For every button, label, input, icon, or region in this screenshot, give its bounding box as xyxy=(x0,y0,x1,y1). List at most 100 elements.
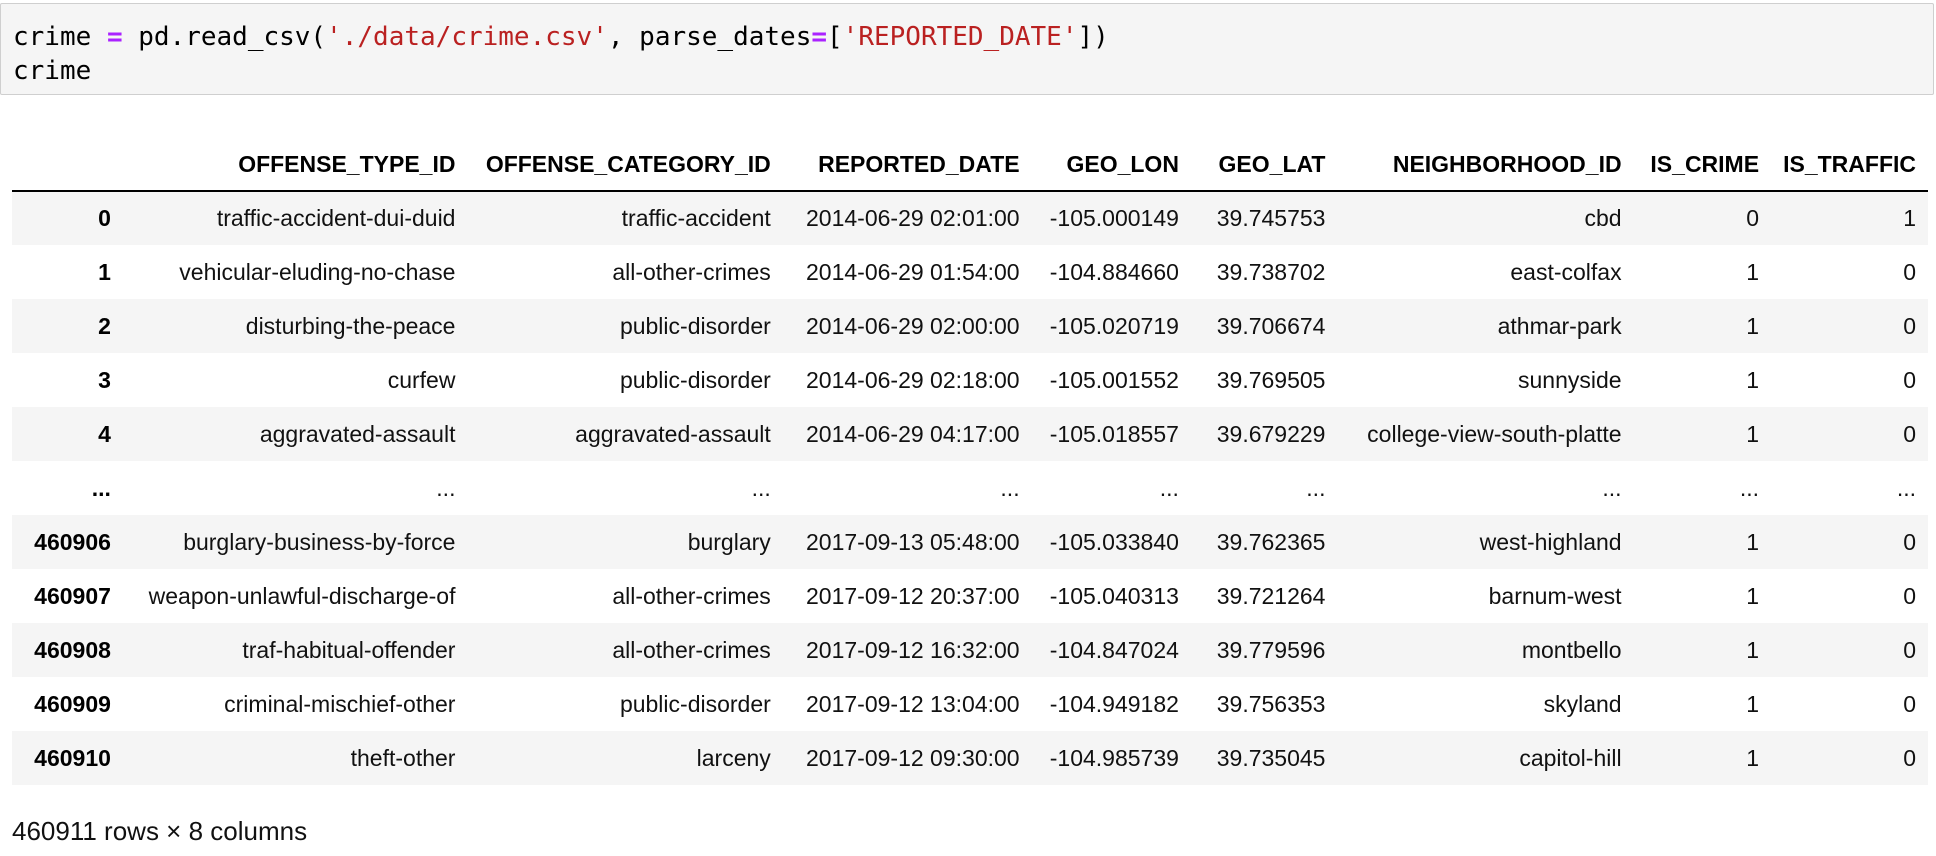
table-cell: ... xyxy=(1896,474,1916,501)
code-line-1: crime = pd.read_csv('./data/crime.csv', … xyxy=(13,20,1109,54)
row-index: 460906 xyxy=(34,528,111,555)
table-cell: aggravated-assault xyxy=(259,420,456,447)
table-cell: theft-other xyxy=(350,744,456,771)
table-cell: capitol-hill xyxy=(1519,744,1622,771)
table-cell: traf-habitual-offender xyxy=(242,636,456,663)
column-header: IS_TRAFFIC xyxy=(1771,138,1928,192)
table-cell: 2014-06-29 02:00:00 xyxy=(806,312,1020,339)
table-cell: larceny xyxy=(696,744,771,771)
table-cell: traffic-accident-dui-duid xyxy=(216,205,456,231)
table-cell: 39.738702 xyxy=(1216,258,1326,285)
row-index: 460910 xyxy=(34,744,111,771)
row-index: 0 xyxy=(98,205,111,231)
table-cell: -105.000149 xyxy=(1049,205,1179,231)
table-cell: sunnyside xyxy=(1518,366,1622,393)
table-row: 460908 traf-habitual-offender all-other-cr… xyxy=(12,623,1928,677)
table-cell: ... xyxy=(1739,474,1760,501)
table-cell: 39.679229 xyxy=(1216,420,1326,447)
table-cell: burglary xyxy=(687,528,771,555)
table-cell: 2017-09-12 20:37:00 xyxy=(806,582,1020,609)
code-kwarg-operator: = xyxy=(811,22,828,52)
table-cell: west-highland xyxy=(1479,528,1622,555)
index-header xyxy=(12,138,123,192)
code-assign-operator: = xyxy=(106,22,123,52)
table-cell: -105.001552 xyxy=(1049,366,1179,393)
table-row: 0 traffic-accident-dui-duid traffic-accide… xyxy=(12,191,1928,245)
table-cell: -104.884660 xyxy=(1049,258,1179,285)
table-cell: barnum-west xyxy=(1488,582,1622,609)
table-cell: 39.735045 xyxy=(1216,744,1326,771)
table-row: 3 curfew public-disorder 2014-06-29 02:18:0… xyxy=(12,353,1928,407)
table-cell: montbello xyxy=(1521,636,1622,663)
table-cell: cbd xyxy=(1584,205,1622,231)
code-cell[interactable]: crime = pd.read_csv('./data/crime.csv', … xyxy=(0,3,1934,95)
table-cell: ... xyxy=(1602,474,1622,501)
table-cell: athmar-park xyxy=(1497,312,1622,339)
table-cell: 2014-06-29 02:01:00 xyxy=(806,205,1020,231)
table-row: 2 disturbing-the-peace public-disorder 2014… xyxy=(12,299,1928,353)
table-cell: ... xyxy=(436,474,456,501)
table-row: 460907 weapon-unlawful-discharge-of all-ot… xyxy=(12,569,1928,623)
table-cell: 2017-09-12 09:30:00 xyxy=(806,744,1020,771)
table-cell: 0 xyxy=(1903,744,1916,771)
table-row: 460909 criminal-mischief-other public-diso… xyxy=(12,677,1928,731)
column-header: OFFENSE_CATEGORY_ID xyxy=(467,138,783,192)
table-cell: public-disorder xyxy=(619,312,771,339)
table-cell: 39.779596 xyxy=(1216,636,1326,663)
table-cell: ... xyxy=(751,474,771,501)
table-cell: all-other-crimes xyxy=(612,258,771,285)
table-cell: -104.985739 xyxy=(1049,744,1179,771)
row-index: 460909 xyxy=(34,690,111,717)
table-cell: skyland xyxy=(1543,690,1622,717)
table-cell: 0 xyxy=(1903,420,1916,447)
table-row: 1 vehicular-eluding-no-chase all-other-cri… xyxy=(12,245,1928,299)
table-cell: 2017-09-12 16:32:00 xyxy=(806,636,1020,663)
table-cell: -104.847024 xyxy=(1049,636,1179,663)
table-cell: 1 xyxy=(1746,366,1760,393)
table-cell: 2017-09-12 13:04:00 xyxy=(806,690,1020,717)
table-cell: college-view-south-platte xyxy=(1367,420,1622,447)
column-header: GEO_LON xyxy=(1031,138,1191,192)
table-cell: aggravated-assault xyxy=(575,420,771,447)
table-cell: criminal-mischief-other xyxy=(224,690,456,717)
dataframe-shape-text: 460911 rows × 8 columns xyxy=(12,816,308,846)
row-index: 1 xyxy=(98,258,111,285)
row-index: 2 xyxy=(98,312,111,339)
column-header: NEIGHBORHOOD_ID xyxy=(1337,138,1634,192)
table-cell: 2014-06-29 01:54:00 xyxy=(806,258,1020,285)
table-cell: all-other-crimes xyxy=(612,636,771,663)
column-header: REPORTED_DATE xyxy=(782,138,1032,192)
code-path-string: './data/crime.csv' xyxy=(326,22,608,52)
table-cell: disturbing-the-peace xyxy=(245,312,456,339)
table-body: 0 traffic-accident-dui-duid traffic-accide… xyxy=(12,191,1928,785)
table-cell: -105.033840 xyxy=(1049,528,1179,555)
code-list-open: [ xyxy=(827,22,843,52)
table-row: 460910 theft-other larceny 2017-09-12 09:30… xyxy=(12,731,1928,785)
table-cell: 1 xyxy=(1746,744,1760,771)
table-cell: 1 xyxy=(1746,528,1760,555)
column-header: GEO_LAT xyxy=(1190,138,1338,192)
table-cell: 39.769505 xyxy=(1216,366,1326,393)
table-cell: 1 xyxy=(1746,420,1760,447)
table-cell: 0 xyxy=(1903,366,1916,393)
table-cell: -105.040313 xyxy=(1049,582,1179,609)
code-close: ]) xyxy=(1077,22,1109,52)
table-cell: 1 xyxy=(1903,205,1916,231)
table-cell: east-colfax xyxy=(1510,258,1622,285)
column-header: OFFENSE_TYPE_ID xyxy=(122,138,468,192)
table-cell: 1 xyxy=(1746,636,1760,663)
table-cell: 1 xyxy=(1746,258,1760,285)
table-cell: ... xyxy=(1306,474,1326,501)
table-cell: weapon-unlawful-discharge-of xyxy=(148,582,456,609)
cell-output: OFFENSE_TYPE_ID OFFENSE_CATEGORY_ID REPO… xyxy=(12,138,1928,785)
table-cell: 0 xyxy=(1903,582,1916,609)
table-cell: 39.745753 xyxy=(1216,205,1326,231)
table-cell: 0 xyxy=(1903,690,1916,717)
row-index: ... xyxy=(91,474,111,501)
table-cell: 2017-09-13 05:48:00 xyxy=(806,528,1020,555)
column-header: IS_CRIME xyxy=(1633,138,1772,192)
code-date-column-string: 'REPORTED_DATE' xyxy=(842,22,1078,52)
table-cell: public-disorder xyxy=(619,366,771,393)
table-cell: burglary-business-by-force xyxy=(183,528,456,555)
table-cell: traffic-accident xyxy=(621,205,771,231)
